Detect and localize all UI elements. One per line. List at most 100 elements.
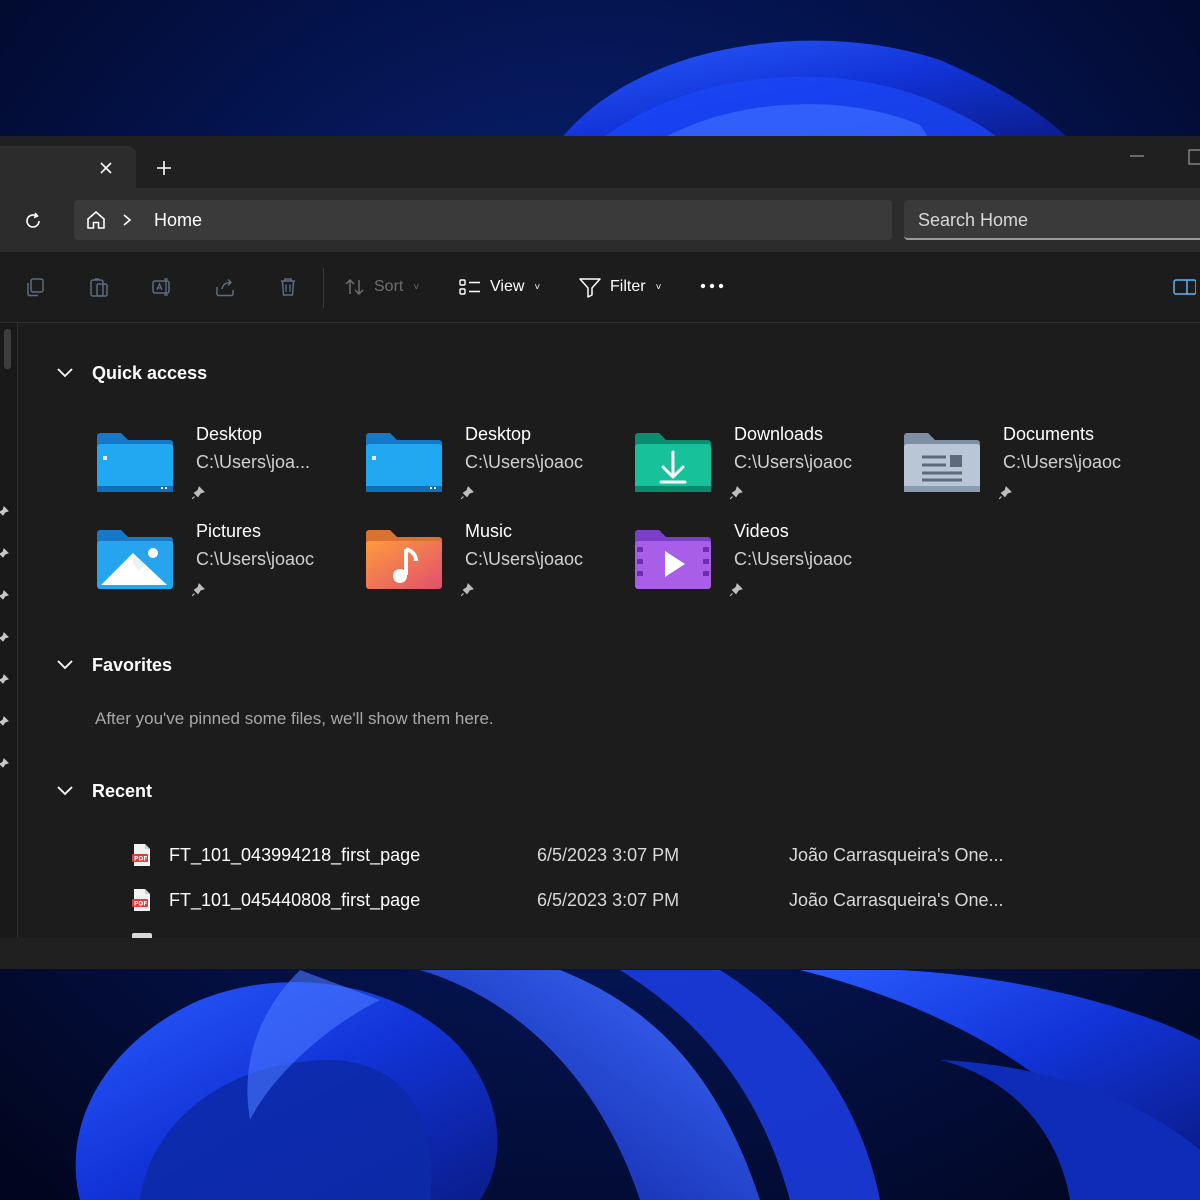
quick-access-item-downloads[interactable]: Downloads C:\Users\joaoc <box>633 424 901 514</box>
address-bar: Home <box>0 188 1200 252</box>
quick-access-item-desktop-2[interactable]: Desktop C:\Users\joaoc <box>364 424 632 514</box>
plus-icon <box>157 161 171 175</box>
quick-access-header[interactable]: Quick access <box>56 361 207 385</box>
copy-button[interactable] <box>22 274 48 300</box>
quick-access-item-path: C:\Users\joaoc <box>465 549 584 569</box>
quick-access-item-name: Desktop <box>196 424 263 444</box>
quick-access-item-videos[interactable]: Videos C:\Users\joaoc <box>633 521 901 611</box>
quick-access-item-name: Pictures <box>196 521 262 541</box>
paste-button[interactable] <box>86 274 112 300</box>
pin-icon <box>729 583 743 597</box>
pictures-folder-icon <box>97 530 173 589</box>
rename-button[interactable] <box>149 274 175 300</box>
pin-icon <box>0 590 9 600</box>
quick-access-item-name: Documents <box>1003 424 1095 444</box>
chevron-down-icon: ˅ <box>534 281 541 293</box>
pin-icon <box>0 758 9 768</box>
paste-icon <box>90 278 108 297</box>
quick-access-item-path: C:\Users\joa... <box>196 452 311 472</box>
command-bar: Sort ˅ View ˅ Filter ˅ <box>0 252 1200 323</box>
new-tab-button[interactable] <box>152 156 176 180</box>
pin-icon <box>0 716 9 726</box>
pdf-file-icon: PDF <box>132 844 150 866</box>
quick-access-item-path: C:\Users\joaoc <box>1003 452 1122 472</box>
sort-button[interactable]: Sort ˅ <box>344 272 419 302</box>
filter-icon <box>579 278 601 298</box>
file-explorer-window: Home Search Home Sort ˅ View ˅ Filter ˅ … <box>0 136 1200 969</box>
recent-file-date: 6/5/2023 3:07 PM <box>537 845 680 865</box>
svg-text:PDF: PDF <box>134 901 147 908</box>
documents-folder-icon <box>904 433 980 492</box>
chevron-down-icon: ˅ <box>655 281 662 293</box>
tab-home[interactable] <box>0 146 136 188</box>
address-field[interactable]: Home <box>74 200 892 240</box>
recent-file-date: 6/5/2023 3:07 PM <box>537 890 680 910</box>
trash-icon <box>281 278 295 296</box>
view-button[interactable]: View ˅ <box>458 272 540 302</box>
pin-icon <box>0 674 9 684</box>
command-separator <box>323 268 324 308</box>
quick-access-item-name: Downloads <box>734 424 824 444</box>
recent-title: Recent <box>92 780 153 801</box>
downloads-folder-icon <box>635 433 711 492</box>
quick-access-item-documents[interactable]: Documents C:\Users\joaoc <box>902 424 1170 514</box>
quick-access-item-path: C:\Users\joaoc <box>734 452 853 472</box>
quick-access-item-path: C:\Users\joaoc <box>196 549 315 569</box>
pin-icon <box>191 486 205 500</box>
refresh-icon <box>26 212 40 228</box>
delete-button[interactable] <box>275 274 301 300</box>
pin-icon <box>0 632 9 642</box>
videos-folder-icon <box>635 530 711 589</box>
recent-file-name: FT_101_043994218_first_page <box>169 845 421 865</box>
favorites-title: Favorites <box>92 654 173 675</box>
quick-access-item-name: Videos <box>734 521 789 541</box>
quick-access-item-path: C:\Users\joaoc <box>465 452 584 472</box>
recent-file-location: João Carrasqueira's One... <box>789 890 1004 910</box>
search-box[interactable] <box>904 200 1200 240</box>
more-icon <box>700 283 724 289</box>
nav-scrollbar[interactable] <box>4 329 11 369</box>
pin-icon <box>460 583 474 597</box>
pin-icon <box>191 583 205 597</box>
filter-button[interactable]: Filter ˅ <box>578 272 661 302</box>
share-button[interactable] <box>212 274 238 300</box>
close-tab-button[interactable] <box>94 156 118 180</box>
breadcrumb-home[interactable]: Home <box>154 210 202 231</box>
recent-file-location: João Carrasqueira's One... <box>789 845 1004 865</box>
share-icon <box>216 278 234 297</box>
favorites-header[interactable]: Favorites <box>56 653 172 677</box>
quick-access-item-name: Desktop <box>465 424 532 444</box>
maximize-button[interactable] <box>1180 148 1200 166</box>
quick-access-item-path: C:\Users\joaoc <box>734 549 853 569</box>
chevron-down-icon <box>57 368 73 378</box>
recent-row[interactable]: PDF FT_101_045440808_first_page 6/5/2023… <box>18 884 1200 918</box>
filter-label: Filter <box>610 278 646 295</box>
recent-row[interactable]: PDF FT_101_043994218_first_page 6/5/2023… <box>18 839 1200 873</box>
refresh-button[interactable] <box>20 208 46 234</box>
chevron-down-icon <box>57 786 73 796</box>
view-icon <box>459 279 480 295</box>
sort-label: Sort <box>374 278 404 295</box>
more-options-button[interactable] <box>698 276 726 296</box>
quick-access-item-desktop[interactable]: Desktop C:\Users\joa... <box>95 424 363 514</box>
quick-access-item-music[interactable]: Music C:\Users\joaoc <box>364 521 632 611</box>
quick-access-title: Quick access <box>92 362 208 383</box>
home-icon[interactable] <box>84 208 108 232</box>
pin-icon <box>998 486 1012 500</box>
chevron-down-icon <box>57 660 73 670</box>
pdf-file-icon: PDF <box>132 889 150 911</box>
navigation-pane <box>0 323 18 969</box>
recent-header[interactable]: Recent <box>56 779 152 803</box>
desktop-folder-icon <box>366 433 442 492</box>
pin-icon <box>460 486 474 500</box>
details-pane-button[interactable] <box>1172 276 1196 298</box>
sort-icon <box>345 278 364 296</box>
chevron-right-icon[interactable] <box>120 212 134 228</box>
search-input[interactable] <box>916 208 1190 232</box>
pin-icon <box>729 486 743 500</box>
recent-file-name: FT_101_045440808_first_page <box>169 890 421 910</box>
favorites-empty-message: After you've pinned some files, we'll sh… <box>95 709 494 728</box>
quick-access-item-name: Music <box>465 521 513 541</box>
quick-access-item-pictures[interactable]: Pictures C:\Users\joaoc <box>95 521 363 611</box>
minimize-button[interactable] <box>1126 146 1148 166</box>
